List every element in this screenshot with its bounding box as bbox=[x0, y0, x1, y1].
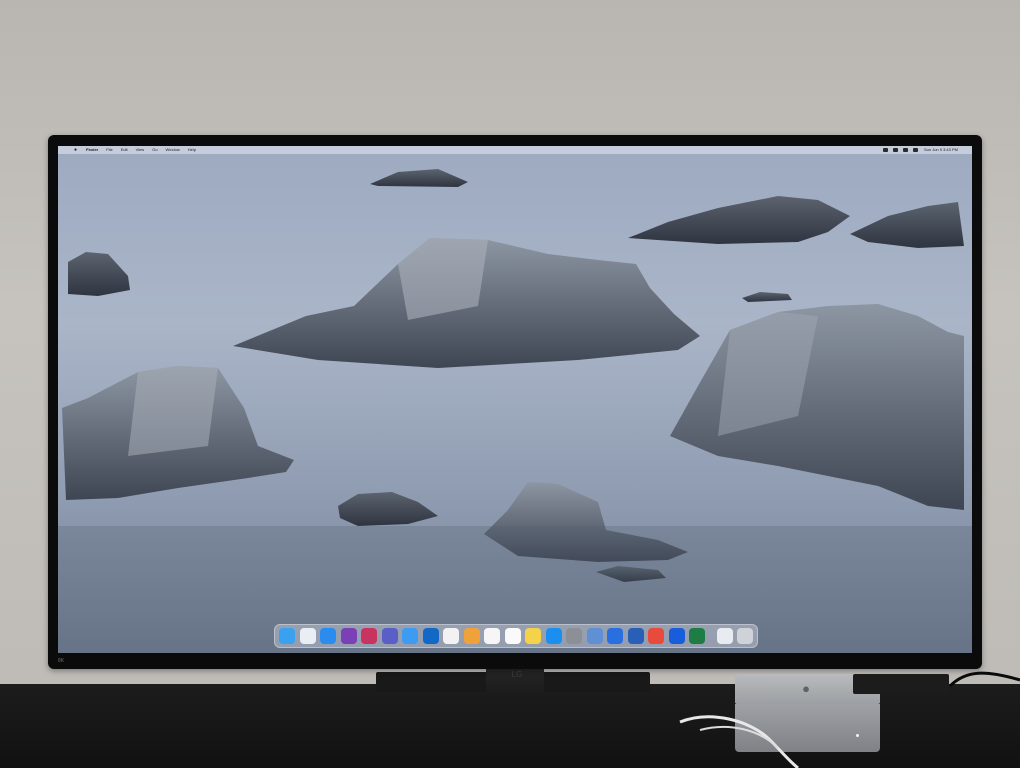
preview-icon[interactable] bbox=[586, 628, 603, 644]
teams-icon[interactable] bbox=[381, 628, 398, 644]
menu-view[interactable]: View bbox=[136, 146, 145, 154]
battery-icon[interactable] bbox=[892, 148, 898, 152]
excel-icon[interactable] bbox=[689, 628, 705, 644]
calendar-icon[interactable] bbox=[484, 628, 500, 644]
system-settings-icon[interactable] bbox=[566, 628, 582, 644]
control-center-icon[interactable] bbox=[902, 148, 908, 152]
1password-icon[interactable] bbox=[607, 628, 623, 644]
external-drive bbox=[853, 674, 949, 694]
word-icon[interactable] bbox=[627, 628, 644, 644]
chrome-icon[interactable] bbox=[648, 628, 664, 644]
white-cable bbox=[679, 715, 799, 768]
apple-menu-icon[interactable]: ● bbox=[74, 147, 78, 153]
document-icon[interactable] bbox=[716, 628, 733, 644]
safari-icon[interactable] bbox=[320, 628, 336, 644]
menu-edit[interactable]: Edit bbox=[121, 146, 128, 154]
app-store-icon[interactable] bbox=[545, 628, 562, 644]
mail-icon[interactable] bbox=[402, 628, 418, 644]
monitor-badge: 8K bbox=[58, 658, 65, 664]
wifi-icon[interactable] bbox=[882, 148, 888, 152]
onenote-icon[interactable] bbox=[340, 628, 357, 644]
news-icon[interactable] bbox=[443, 628, 459, 644]
photos-icon[interactable] bbox=[463, 628, 480, 644]
reminders-icon[interactable] bbox=[504, 628, 521, 644]
bitwarden-icon[interactable] bbox=[668, 628, 685, 644]
siri-icon[interactable] bbox=[912, 148, 918, 152]
apple-logo-icon: ● bbox=[802, 681, 810, 696]
outlook-icon[interactable] bbox=[422, 628, 439, 644]
monitor-screen: ● Finder File Edit View Go Window Help S… bbox=[58, 146, 972, 653]
trash-icon[interactable] bbox=[737, 628, 753, 644]
dock bbox=[274, 624, 758, 648]
slack-icon[interactable] bbox=[361, 628, 377, 644]
menu-help[interactable]: Help bbox=[188, 146, 196, 154]
menu-finder[interactable]: Finder bbox=[86, 146, 98, 154]
menu-bar-clock[interactable]: Sun Jun 9 3:43 PM bbox=[924, 146, 958, 154]
finder-icon[interactable] bbox=[279, 628, 295, 644]
menu-file[interactable]: File bbox=[106, 146, 112, 154]
notes-icon[interactable] bbox=[525, 628, 541, 644]
power-led bbox=[856, 734, 859, 737]
menu-window[interactable]: Window bbox=[166, 146, 180, 154]
launchpad-icon[interactable] bbox=[299, 628, 316, 644]
menu-go[interactable]: Go bbox=[152, 146, 157, 154]
desktop-wallpaper bbox=[58, 146, 972, 653]
macos-menu-bar: ● Finder File Edit View Go Window Help S… bbox=[58, 146, 972, 154]
black-cable bbox=[948, 671, 1020, 688]
monitor-brand-logo: LG bbox=[511, 670, 523, 679]
